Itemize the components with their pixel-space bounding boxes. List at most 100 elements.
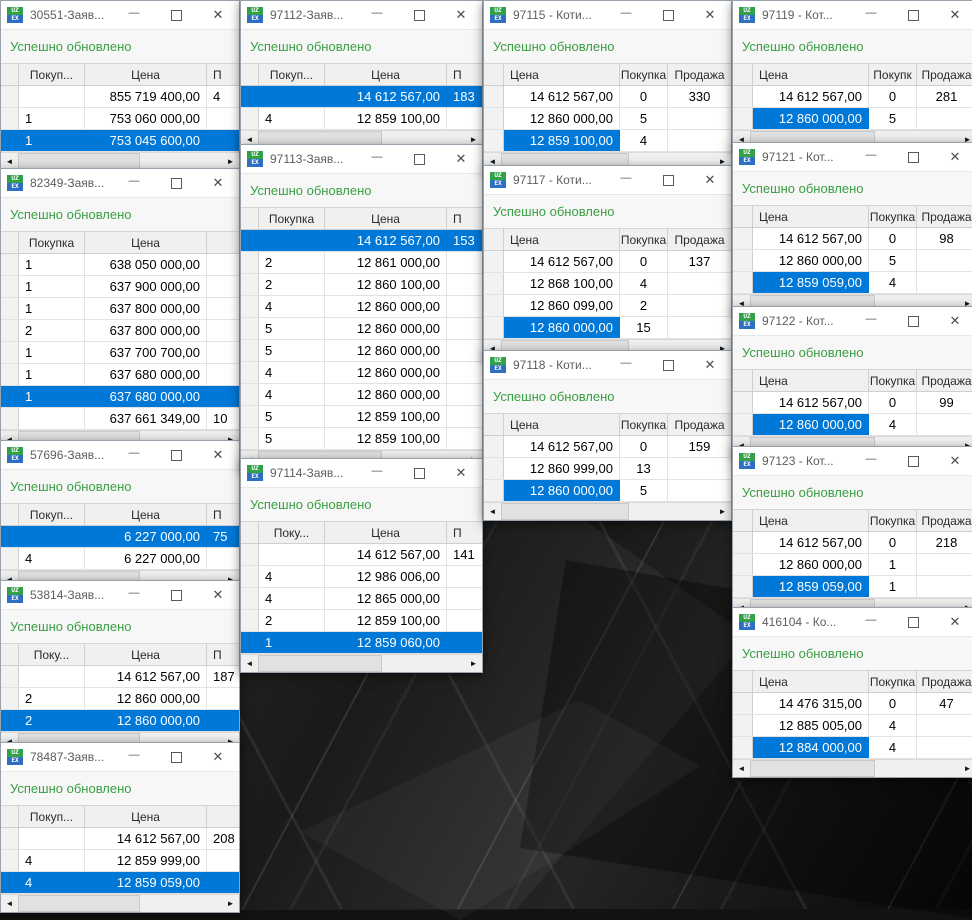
table-row[interactable]: 14 612 567,000330 <box>484 86 731 108</box>
cell-buy[interactable]: 1 <box>19 298 85 319</box>
window-titlebar[interactable]: UZEX57696-Заяв...—✕ <box>1 441 239 469</box>
cell-price[interactable]: 12 860 000,00 <box>325 296 447 317</box>
row-selector-cell[interactable] <box>241 86 259 107</box>
scroll-left-arrow[interactable]: ◄ <box>484 503 501 520</box>
cell-price[interactable]: 12 860 000,00 <box>85 688 207 709</box>
table-row[interactable]: 14 612 567,00187 <box>1 666 239 688</box>
row-selector-cell[interactable] <box>484 273 504 294</box>
cell-extra[interactable] <box>447 428 482 449</box>
header-cell-buy[interactable]: Покупк <box>869 64 917 85</box>
maximize-button[interactable] <box>892 143 934 171</box>
app-window-416104[interactable]: UZEX416104 - Ко...—✕Успешно обновленоЦен… <box>732 607 972 778</box>
close-button[interactable]: ✕ <box>689 351 731 379</box>
cell-price[interactable]: 12 860 000,00 <box>504 480 620 501</box>
cell-price[interactable]: 753 045 600,00 <box>85 130 207 151</box>
cell-buy[interactable] <box>19 526 85 547</box>
table-row[interactable]: 1637 680 000,00 <box>1 364 239 386</box>
table-row[interactable]: 14 612 567,00141 <box>241 544 482 566</box>
maximize-button[interactable] <box>892 307 934 335</box>
cell-buy[interactable]: 5 <box>259 428 325 449</box>
row-selector-cell[interactable] <box>241 428 259 449</box>
row-selector-header[interactable] <box>241 208 259 229</box>
minimize-button[interactable]: — <box>850 1 892 29</box>
cell-buy[interactable]: 4 <box>259 566 325 587</box>
cell-extra[interactable] <box>207 710 239 731</box>
cell-buy[interactable]: 0 <box>620 436 668 457</box>
window-titlebar[interactable]: UZEX82349-Заяв...—✕ <box>1 169 239 197</box>
header-cell-price[interactable]: Цена <box>325 64 447 85</box>
maximize-button[interactable] <box>892 608 934 636</box>
row-selector-cell[interactable] <box>733 576 753 597</box>
cell-extra[interactable] <box>447 362 482 383</box>
window-titlebar[interactable]: UZEX97121 - Кот...—✕ <box>733 143 972 171</box>
cell-price[interactable]: 12 860 000,00 <box>504 317 620 338</box>
cell-buy[interactable]: 2 <box>259 610 325 631</box>
cell-sell[interactable] <box>668 317 731 338</box>
row-selector-header[interactable] <box>1 644 19 665</box>
cell-extra[interactable] <box>447 296 482 317</box>
scroll-right-arrow[interactable]: ► <box>959 760 972 777</box>
row-selector-cell[interactable] <box>1 386 19 407</box>
cell-price[interactable]: 638 050 000,00 <box>85 254 207 275</box>
window-titlebar[interactable]: UZEX97118 - Коти...—✕ <box>484 351 731 379</box>
header-cell-sell[interactable]: Продажа <box>917 370 972 391</box>
row-selector-cell[interactable] <box>241 406 259 427</box>
cell-buy[interactable]: 4 <box>620 273 668 294</box>
cell-sell[interactable] <box>917 414 972 435</box>
header-cell-price[interactable]: Цена <box>504 64 620 85</box>
row-selector-header[interactable] <box>733 64 753 85</box>
cell-price[interactable]: 12 860 000,00 <box>753 554 869 575</box>
row-selector-cell[interactable] <box>241 340 259 361</box>
cell-price[interactable]: 637 661 349,00 <box>85 408 207 429</box>
cell-extra[interactable] <box>207 386 239 407</box>
maximize-button[interactable] <box>647 1 689 29</box>
table-row[interactable]: 1753 045 600,00 <box>1 130 239 152</box>
header-cell-price[interactable]: Цена <box>504 414 620 435</box>
row-selector-cell[interactable] <box>484 130 504 151</box>
cell-price[interactable]: 14 612 567,00 <box>753 392 869 413</box>
table-row[interactable]: 1637 900 000,00 <box>1 276 239 298</box>
row-selector-cell[interactable] <box>733 737 753 758</box>
cell-price[interactable]: 14 612 567,00 <box>753 86 869 107</box>
header-cell-extra[interactable]: П <box>447 522 482 543</box>
cell-sell[interactable]: 98 <box>917 228 972 249</box>
cell-buy[interactable]: 0 <box>620 251 668 272</box>
table-row[interactable]: 512 860 000,00 <box>241 340 482 362</box>
app-window-30551[interactable]: UZEX30551-Заяв...—✕Успешно обновленоПоку… <box>0 0 240 171</box>
table-row[interactable]: 212 860 000,00 <box>1 710 239 732</box>
table-row[interactable]: 6 227 000,0075 <box>1 526 239 548</box>
cell-price[interactable]: 637 680 000,00 <box>85 386 207 407</box>
cell-sell[interactable] <box>917 737 972 758</box>
cell-price[interactable]: 12 859 100,00 <box>325 610 447 631</box>
cell-extra[interactable] <box>207 276 239 297</box>
cell-buy[interactable]: 4 <box>869 737 917 758</box>
table-row[interactable]: 14 612 567,000137 <box>484 251 731 273</box>
cell-buy[interactable] <box>19 408 85 429</box>
minimize-button[interactable]: — <box>113 169 155 197</box>
cell-price[interactable]: 14 612 567,00 <box>504 86 620 107</box>
cell-buy[interactable]: 2 <box>19 688 85 709</box>
cell-extra[interactable]: 187 <box>207 666 239 687</box>
cell-buy[interactable]: 1 <box>19 108 85 129</box>
table-row[interactable]: 412 986 006,00 <box>241 566 482 588</box>
cell-buy[interactable]: 2 <box>620 295 668 316</box>
cell-buy[interactable]: 5 <box>259 340 325 361</box>
cell-price[interactable]: 12 860 000,00 <box>325 384 447 405</box>
table-row[interactable]: 412 859 999,00 <box>1 850 239 872</box>
app-window-97113[interactable]: UZEX97113-Заяв...—✕Успешно обновленоПоку… <box>240 144 483 469</box>
row-selector-cell[interactable] <box>1 108 19 129</box>
window-titlebar[interactable]: UZEX97122 - Кот...—✕ <box>733 307 972 335</box>
header-cell-price[interactable]: Цена <box>85 64 207 85</box>
cell-price[interactable]: 12 859 100,00 <box>504 130 620 151</box>
header-cell-price[interactable]: Цена <box>85 644 207 665</box>
row-selector-cell[interactable] <box>1 86 19 107</box>
maximize-button[interactable] <box>398 459 440 487</box>
maximize-button[interactable] <box>155 743 197 771</box>
header-cell-price[interactable]: Цена <box>325 208 447 229</box>
table-row[interactable]: 14 476 315,00047 <box>733 693 972 715</box>
table-row[interactable]: 12 859 100,004 <box>484 130 731 152</box>
cell-sell[interactable] <box>917 250 972 271</box>
minimize-button[interactable]: — <box>113 1 155 29</box>
table-row[interactable]: 12 860 099,002 <box>484 295 731 317</box>
minimize-button[interactable]: — <box>356 1 398 29</box>
